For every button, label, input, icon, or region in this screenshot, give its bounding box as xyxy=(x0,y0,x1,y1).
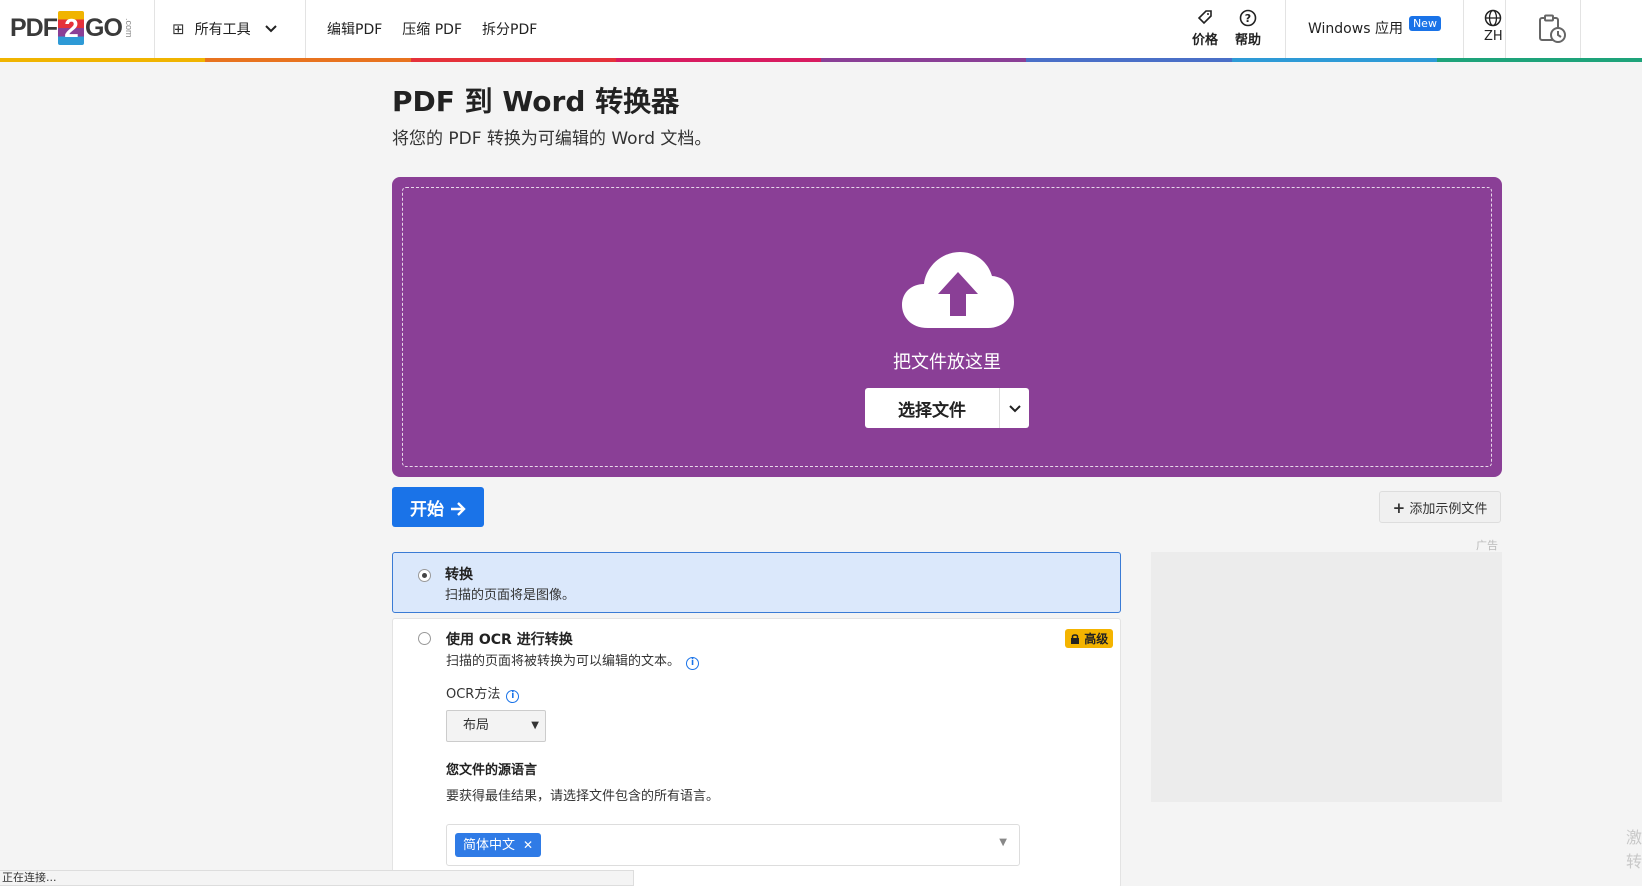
arrow-right-icon xyxy=(444,500,466,520)
header-divider xyxy=(1505,0,1506,58)
header-divider xyxy=(305,0,306,58)
windows-app-link[interactable]: Windows 应用 New xyxy=(1308,15,1441,38)
nav-compress-pdf[interactable]: 压缩 PDF xyxy=(402,19,462,39)
logo-text-2: 2 xyxy=(58,11,84,45)
chevron-down-icon xyxy=(264,22,277,36)
rainbow-segment xyxy=(615,58,821,62)
file-dropzone[interactable]: 把文件放这里 选择文件 xyxy=(392,177,1502,477)
ocr-radio[interactable] xyxy=(418,632,431,645)
ocr-desc-text: 扫描的页面将被转换为可以编辑的文本。 xyxy=(446,654,681,669)
rainbow-segment xyxy=(1436,58,1642,62)
ocr-method-label: OCR方法 i xyxy=(446,683,520,703)
all-tools-label: 所有工具 xyxy=(194,22,251,38)
pdf2go-logo[interactable]: PDF 2 GO .com xyxy=(10,10,134,46)
choose-file-button[interactable]: 选择文件 xyxy=(865,388,999,428)
dropzone-border: 把文件放这里 选择文件 xyxy=(402,187,1492,467)
header-divider xyxy=(1580,0,1581,58)
logo-text-go: GO xyxy=(85,13,123,42)
rainbow-segment xyxy=(1026,58,1232,62)
rainbow-segment xyxy=(821,58,1027,62)
rainbow-segment xyxy=(1231,58,1437,62)
help-icon: ? xyxy=(1239,9,1257,29)
drop-files-text: 把文件放这里 xyxy=(893,352,1001,373)
nav-split-pdf[interactable]: 拆分PDF xyxy=(482,19,537,39)
premium-badge: 高级 xyxy=(1065,629,1114,648)
rainbow-segment xyxy=(0,58,206,62)
rainbow-segment xyxy=(410,58,616,62)
globe-icon xyxy=(1484,9,1502,29)
convert-radio[interactable] xyxy=(418,569,431,582)
caret-down-icon: ▼ xyxy=(999,837,1007,848)
ocr-desc: 扫描的页面将被转换为可以编辑的文本。 i xyxy=(446,650,700,670)
ocr-method-select[interactable]: 布局 ▼ xyxy=(446,710,546,742)
page-title: PDF 到 Word 转换器 xyxy=(392,85,680,118)
svg-text:?: ? xyxy=(1245,12,1251,25)
header-divider xyxy=(1285,0,1286,58)
convert-desc: 扫描的页面将是图像。 xyxy=(445,588,576,603)
ad-placeholder xyxy=(1151,552,1502,802)
language-label: ZH xyxy=(1484,29,1503,44)
history-button[interactable] xyxy=(1537,14,1567,48)
add-sample-file-button[interactable]: + 添加示例文件 xyxy=(1379,491,1501,523)
language-chip-label: 简体中文 xyxy=(463,838,516,853)
start-label: 开始 xyxy=(410,499,445,520)
browser-status-bar: 正在连接... xyxy=(0,870,634,886)
lock-icon xyxy=(1070,632,1084,646)
ocr-method-text: OCR方法 xyxy=(446,687,501,702)
grid-icon: ⊞ xyxy=(172,20,185,38)
help-link[interactable]: ? 帮助 xyxy=(1235,9,1261,48)
language-selector[interactable]: ZH xyxy=(1484,9,1503,44)
chevron-down-icon xyxy=(1008,400,1021,416)
close-icon[interactable]: ✕ xyxy=(523,838,533,852)
rainbow-segment xyxy=(205,58,411,62)
clipboard-history-icon xyxy=(1537,14,1567,48)
ocr-title: 使用 OCR 进行转换 xyxy=(446,632,573,648)
new-badge: New xyxy=(1408,15,1441,31)
choose-file-group: 选择文件 xyxy=(865,388,1029,428)
rainbow-stripe xyxy=(0,58,1642,62)
ad-label: 广告 xyxy=(1476,539,1498,552)
source-language-select[interactable]: 简体中文 ✕ ▼ xyxy=(446,824,1020,866)
logo-text-pdf: PDF xyxy=(10,13,58,42)
all-tools-menu[interactable]: ⊞ 所有工具 xyxy=(172,17,277,41)
site-header: PDF 2 GO .com ⊞ 所有工具 编辑PDF 压缩 PDF 拆分PDF 价格 … xyxy=(0,0,1642,58)
header-divider xyxy=(154,0,155,58)
nav-edit-pdf[interactable]: 编辑PDF xyxy=(327,19,382,39)
premium-label: 高级 xyxy=(1084,632,1109,646)
upload-source-dropdown[interactable] xyxy=(999,388,1029,428)
option-convert[interactable]: 转换 扫描的页面将是图像。 xyxy=(392,552,1121,613)
language-chip: 简体中文 ✕ xyxy=(455,833,542,857)
ocr-method-value: 布局 xyxy=(463,718,490,733)
info-icon[interactable]: i xyxy=(506,690,520,703)
side-text: 激转 xyxy=(1626,828,1642,871)
convert-title: 转换 xyxy=(445,567,473,583)
start-button[interactable]: 开始 xyxy=(392,487,484,527)
plus-icon: + xyxy=(1392,498,1406,517)
source-language-hint: 要获得最佳结果，请选择文件包含的所有语言。 xyxy=(446,789,720,804)
caret-down-icon: ▼ xyxy=(531,720,539,731)
info-icon[interactable]: i xyxy=(686,657,700,670)
source-language-label: 您文件的源语言 xyxy=(446,763,538,778)
quick-nav: 编辑PDF 压缩 PDF 拆分PDF xyxy=(327,19,537,39)
cloud-upload-icon xyxy=(900,250,1016,330)
option-ocr[interactable]: 使用 OCR 进行转换 扫描的页面将被转换为可以编辑的文本。 i 高级 OCR方法… xyxy=(392,618,1121,886)
pricing-link[interactable]: 价格 xyxy=(1192,9,1218,48)
tag-icon xyxy=(1197,9,1213,29)
logo-suffix: .com xyxy=(123,18,134,38)
pricing-label: 价格 xyxy=(1192,33,1219,48)
windows-app-label: Windows 应用 xyxy=(1308,21,1403,37)
header-divider xyxy=(1463,0,1464,58)
add-sample-label: 添加示例文件 xyxy=(1409,501,1488,517)
page-subtitle: 将您的 PDF 转换为可编辑的 Word 文档。 xyxy=(392,129,712,149)
help-label: 帮助 xyxy=(1235,33,1262,48)
